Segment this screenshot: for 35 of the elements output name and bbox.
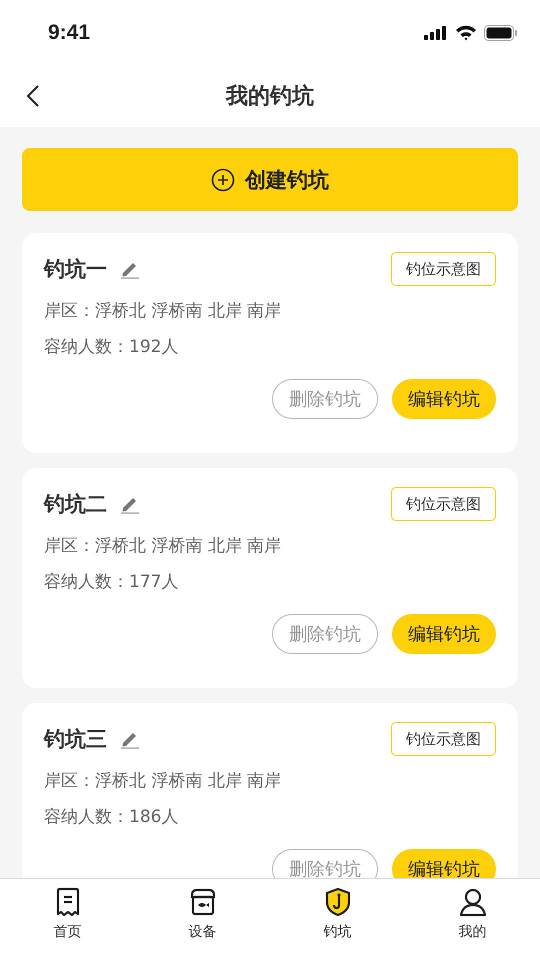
tab-item[interactable]: 首页 <box>0 879 135 960</box>
edit-button[interactable]: 编辑钓坑 <box>392 849 496 878</box>
back-button[interactable] <box>26 84 40 108</box>
seat-map-button[interactable]: 钓位示意图 <box>391 252 496 286</box>
status-time: 9:41 <box>48 20 90 44</box>
tab-item[interactable]: 设备 <box>135 879 270 960</box>
capacity-text: 容纳人数：192人 <box>44 336 180 359</box>
capacity-text: 容纳人数：177人 <box>44 571 180 594</box>
edit-button[interactable]: 编辑钓坑 <box>392 614 496 654</box>
battery-icon <box>484 24 518 40</box>
edit-button[interactable]: 编辑钓坑 <box>392 379 496 419</box>
wifi-icon <box>455 24 477 40</box>
zone-text: 岸区：浮桥北 浮桥南 北岸 南岸 <box>44 300 282 323</box>
page-title: 我的钓坑 <box>226 83 314 111</box>
pit-name: 钓坑三 <box>44 726 107 753</box>
pit-name: 钓坑一 <box>44 256 107 283</box>
tab-item[interactable]: 钓坑 <box>270 879 405 960</box>
signal-icon <box>424 26 448 40</box>
capacity-text: 容纳人数：186人 <box>44 806 180 829</box>
person-icon <box>458 887 486 917</box>
tab-label: 我的 <box>458 923 486 941</box>
tab-label: 首页 <box>54 923 82 941</box>
tab-item[interactable]: 我的 <box>405 879 540 960</box>
pit-name: 钓坑二 <box>44 491 107 518</box>
seat-map-button[interactable]: 钓位示意图 <box>391 487 496 521</box>
tab-label: 钓坑 <box>324 923 352 941</box>
seat-map-button[interactable]: 钓位示意图 <box>391 722 496 756</box>
create-button[interactable]: 创建钓坑 <box>22 148 518 211</box>
fish-box-icon <box>188 887 216 917</box>
tab-label: 设备 <box>188 923 216 941</box>
shield-hook-icon <box>324 887 350 917</box>
plus-circle-icon <box>211 168 235 192</box>
zone-text: 岸区：浮桥北 浮桥南 北岸 南岸 <box>44 770 282 793</box>
zone-text: 岸区：浮桥北 浮桥南 北岸 南岸 <box>44 535 282 558</box>
receipt-icon <box>54 887 80 917</box>
